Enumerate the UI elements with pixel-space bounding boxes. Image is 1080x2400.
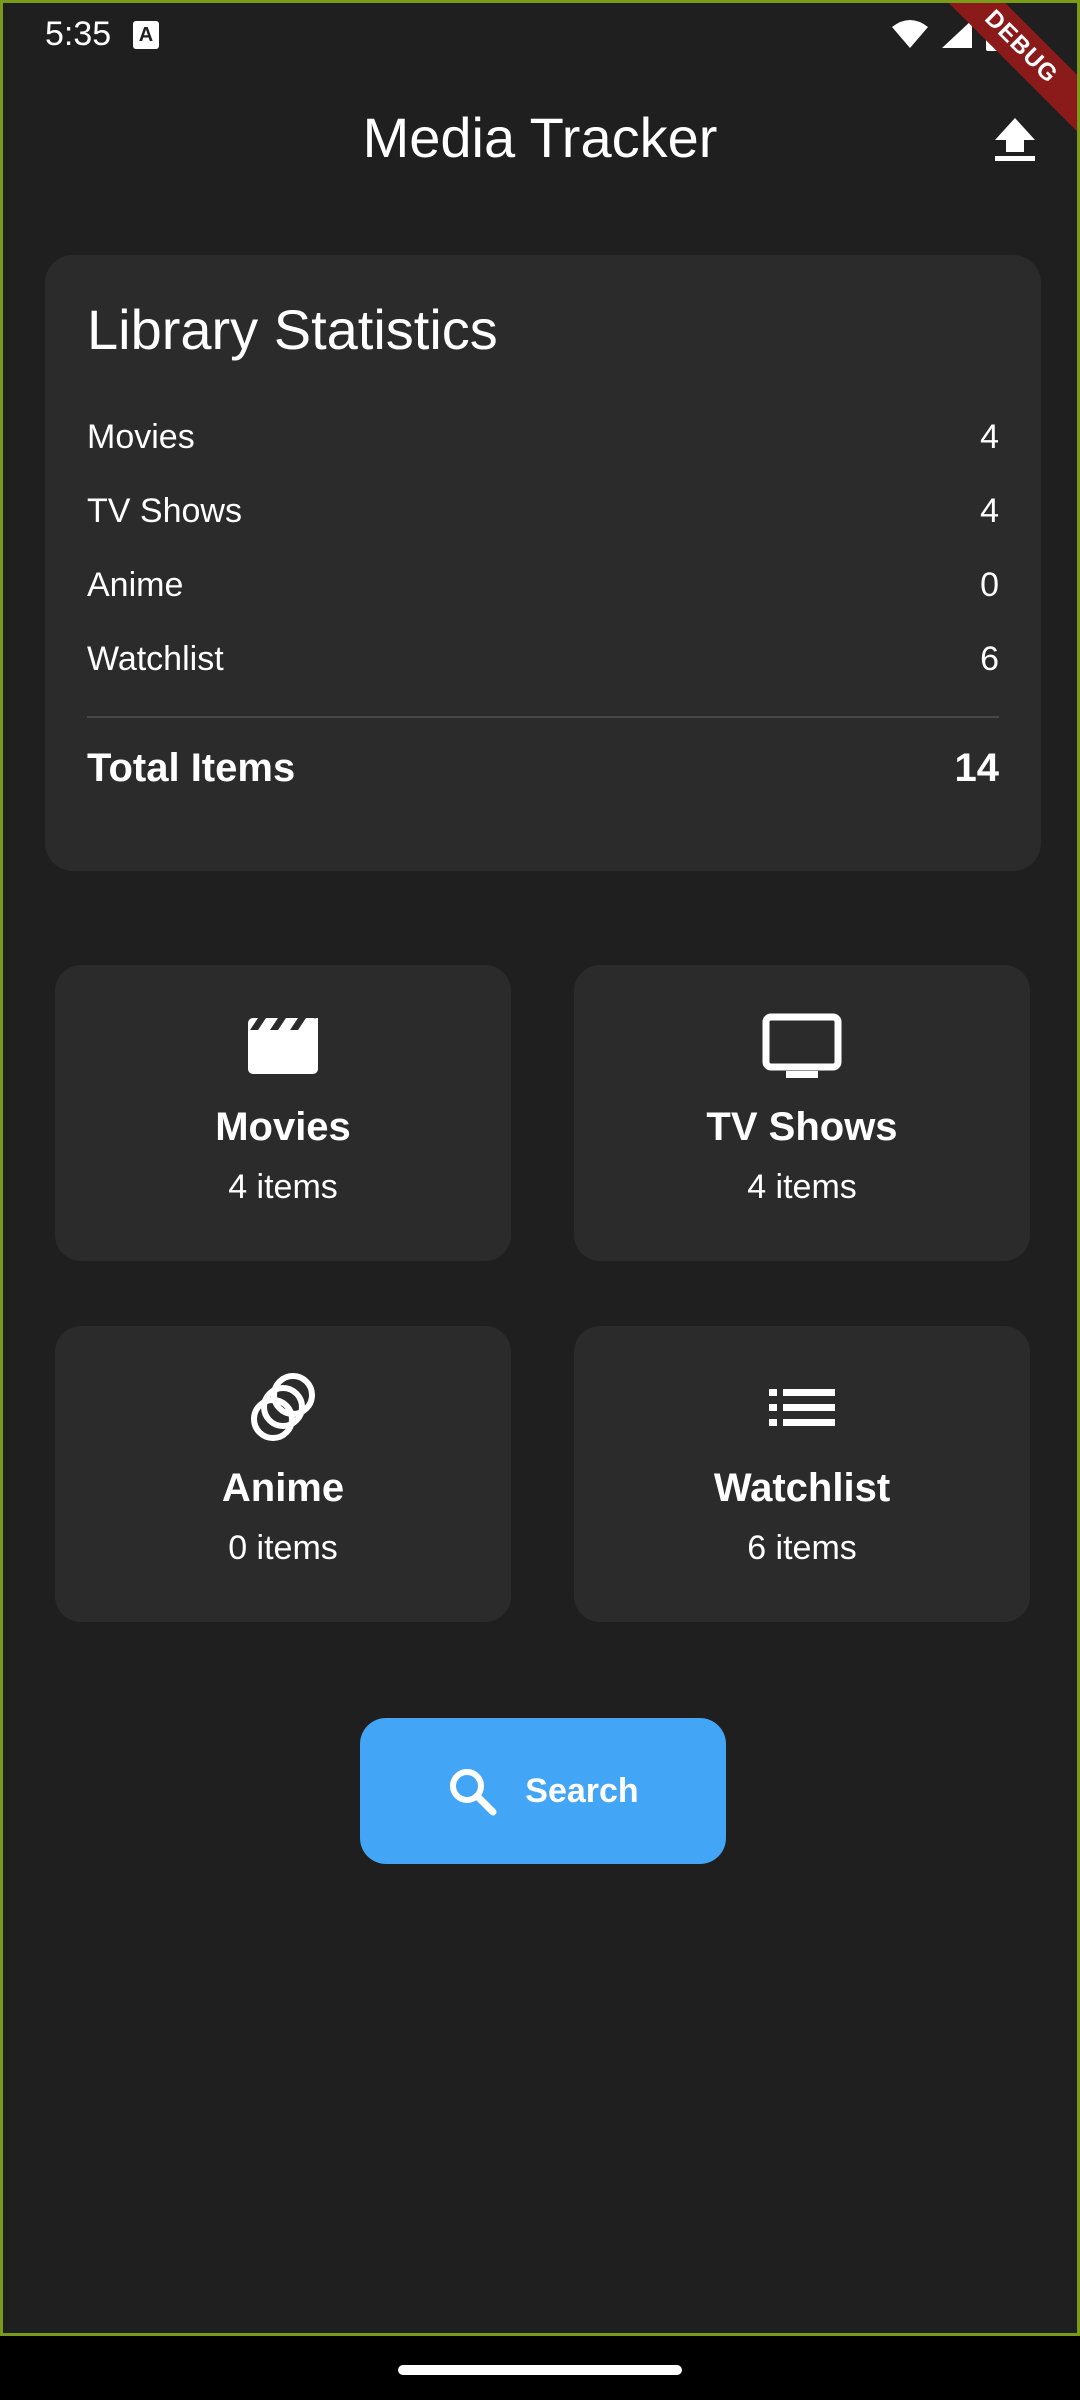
stat-row-tv-shows: TV Shows 4 xyxy=(87,474,999,548)
stats-divider xyxy=(87,716,999,718)
search-icon xyxy=(450,1769,497,1816)
total-value: 14 xyxy=(954,746,1000,790)
signal-icon xyxy=(942,20,972,48)
app-title: Media Tracker xyxy=(362,106,718,169)
movie-clapper-icon xyxy=(248,1018,318,1074)
tile-count: 4 items xyxy=(747,1168,857,1206)
stat-total-row: Total Items 14 xyxy=(87,746,999,791)
search-label: Search xyxy=(525,1771,639,1810)
tile-name: Anime xyxy=(221,1466,345,1510)
stat-value: 4 xyxy=(980,417,999,456)
tile-count: 6 items xyxy=(747,1529,857,1567)
category-tile-tv-shows[interactable]: TV Shows 4 items xyxy=(574,965,1030,1261)
upload-button[interactable] xyxy=(985,109,1045,169)
stat-row-anime: Anime 0 xyxy=(87,548,999,622)
stat-label: Anime xyxy=(87,565,184,604)
gesture-nav-handle[interactable] xyxy=(398,2365,682,2375)
app-bar: Media Tracker xyxy=(3,65,1077,211)
stat-value: 4 xyxy=(980,491,999,530)
notification-icon: A xyxy=(133,21,159,49)
upload-icon xyxy=(995,118,1035,161)
search-button[interactable]: Search xyxy=(360,1718,726,1864)
stat-row-movies: Movies 4 xyxy=(87,400,999,474)
stat-value: 6 xyxy=(980,639,999,678)
category-tile-movies[interactable]: Movies 4 items xyxy=(55,965,511,1261)
tile-name: TV Shows xyxy=(706,1105,898,1149)
stat-label: Watchlist xyxy=(87,639,224,678)
stat-label: TV Shows xyxy=(87,491,242,530)
category-tile-anime[interactable]: Anime 0 items xyxy=(55,1326,511,1622)
category-tile-watchlist[interactable]: Watchlist 6 items xyxy=(574,1326,1030,1622)
stats-title: Library Statistics xyxy=(87,298,498,361)
wifi-icon xyxy=(892,20,928,48)
stat-value: 0 xyxy=(980,565,999,604)
list-icon xyxy=(769,1389,835,1426)
tile-name: Watchlist xyxy=(713,1466,891,1510)
status-time: 5:35 xyxy=(45,15,112,53)
tile-count: 4 items xyxy=(228,1168,338,1206)
anime-rings-icon xyxy=(251,1373,315,1441)
tile-name: Movies xyxy=(215,1105,351,1149)
tile-count: 0 items xyxy=(228,1529,338,1567)
library-statistics-card: Library Statistics Movies 4 TV Shows 4 A… xyxy=(45,255,1041,871)
status-bar: 5:35 A xyxy=(3,3,1077,65)
tv-icon xyxy=(762,1013,842,1078)
stat-row-watchlist: Watchlist 6 xyxy=(87,622,999,696)
stat-label: Movies xyxy=(87,417,195,456)
total-label: Total Items xyxy=(87,746,296,790)
app-screen: 5:35 A DEBUG Media Tracker Library Stati… xyxy=(0,0,1080,2336)
